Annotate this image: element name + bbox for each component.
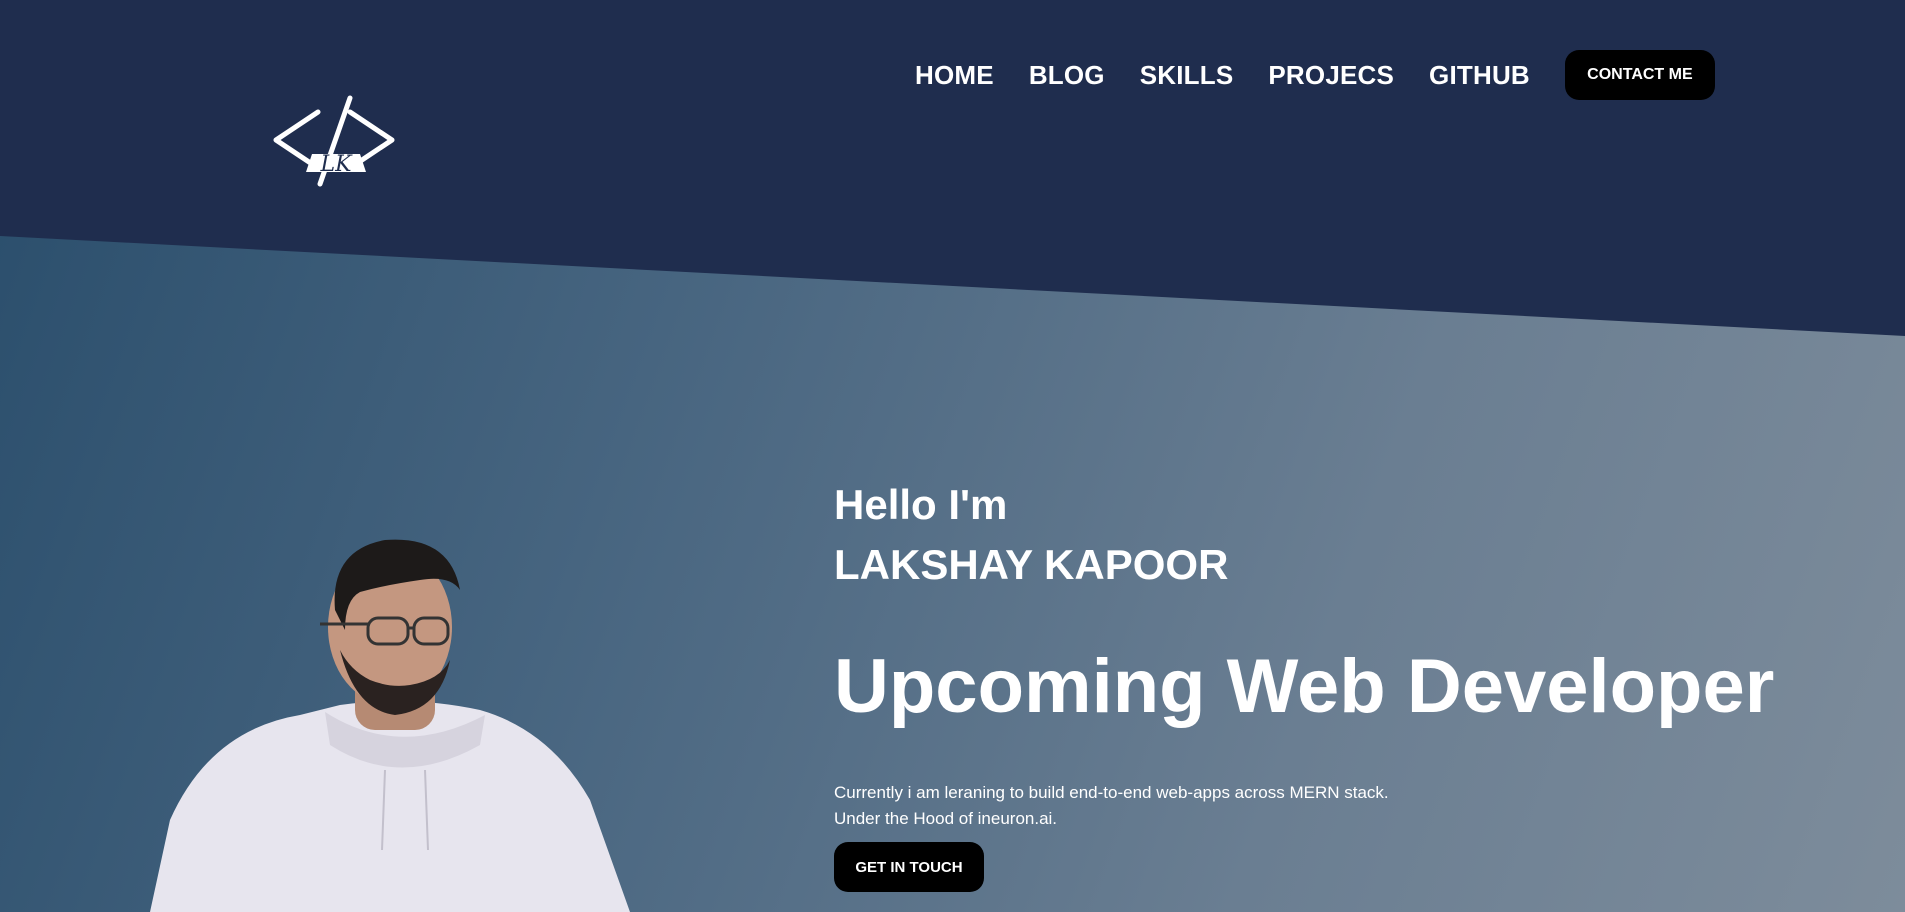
hero-name: LAKSHAY KAPOOR [834, 541, 1229, 588]
greeting-text: Hello I'm [834, 481, 1008, 528]
contact-me-button[interactable]: CONTACT ME [1564, 50, 1715, 100]
nav-github[interactable]: GITHUB [1429, 60, 1530, 91]
hero-description: Currently i am leraning to build end-to-… [834, 780, 1774, 832]
nav-home[interactable]: HOME [915, 60, 994, 91]
hero-intro: Hello I'm LAKSHAY KAPOOR Upcoming Web De… [834, 480, 1774, 892]
description-line-1: Currently i am leraning to build end-to-… [834, 783, 1389, 802]
nav-projects[interactable]: PROJECS [1268, 60, 1394, 91]
site-logo[interactable]: LK [268, 92, 400, 188]
description-line-2: Under the Hood of ineuron.ai. [834, 809, 1058, 828]
nav-skills[interactable]: SKILLS [1140, 60, 1234, 91]
nav-blog[interactable]: BLOG [1029, 60, 1105, 91]
hero-role-heading: Upcoming Web Developer [834, 644, 1775, 729]
main-navigation: HOME BLOG SKILLS PROJECS GITHUB CONTACT … [915, 50, 1715, 100]
logo-text: LK [319, 152, 353, 177]
get-in-touch-button[interactable]: GET IN TOUCH [834, 842, 984, 892]
profile-photo [150, 539, 630, 912]
